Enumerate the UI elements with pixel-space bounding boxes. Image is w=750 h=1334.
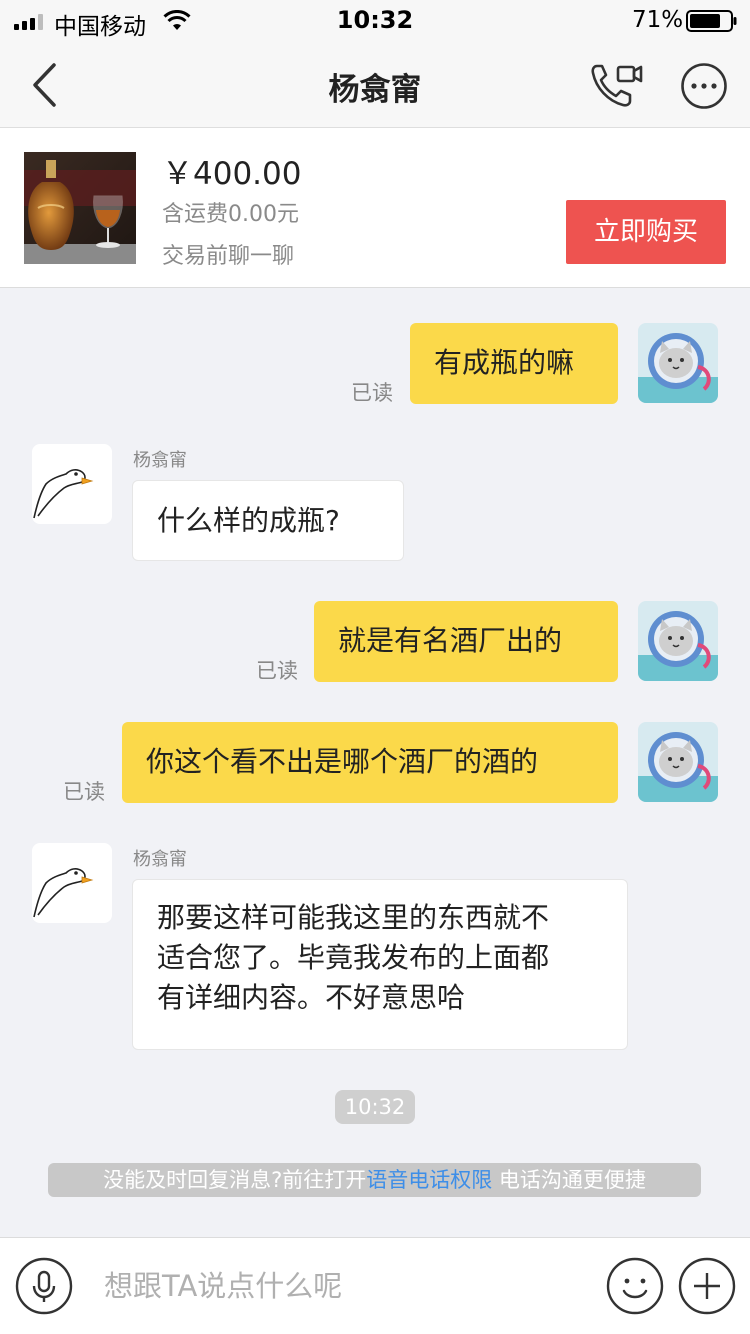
voice-permission-link[interactable]: 语音电话权限: [366, 1168, 492, 1192]
my-avatar[interactable]: [638, 601, 718, 681]
message-text: 什么样的成瓶?: [157, 504, 340, 537]
sender-name: 杨翕甯: [133, 849, 187, 870]
voice-video-call-icon[interactable]: [588, 60, 644, 110]
contact-avatar[interactable]: [32, 843, 112, 923]
microphone-icon[interactable]: [15, 1257, 73, 1315]
message-text-line: 适合您了。毕竟我发布的上面都: [157, 941, 550, 974]
chat-area[interactable]: 已读 有成瓶的嘛 杨翕甯 什么样的成瓶? 已读 就是有名酒厂出的 已读 你这个看…: [0, 289, 750, 1237]
read-status: 已读: [351, 381, 393, 405]
message-text: 你这个看不出是哪个酒厂的酒的: [146, 745, 539, 778]
message-text-line: 有详细内容。不好意思哈: [157, 981, 466, 1014]
read-status: 已读: [256, 659, 298, 683]
message-bubble[interactable]: 有成瓶的嘛: [410, 323, 618, 404]
smiley-icon[interactable]: [606, 1257, 664, 1315]
message-text: 有成瓶的嘛: [434, 346, 575, 379]
message-bubble[interactable]: 就是有名酒厂出的: [314, 601, 618, 682]
read-status: 已读: [63, 780, 105, 804]
notice-text: 电话沟通更便捷: [492, 1168, 646, 1192]
chat-hint: 交易前聊一聊: [162, 244, 295, 269]
status-bar: 中国移动 10:32 71%: [0, 0, 750, 42]
voice-permission-notice: 没能及时回复消息?前往打开语音电话权限 电话沟通更便捷: [48, 1163, 701, 1197]
message-bubble[interactable]: 什么样的成瓶?: [132, 480, 404, 561]
message-bubble[interactable]: 你这个看不出是哪个酒厂的酒的: [122, 722, 618, 803]
shipping-fee: 含运费0.00元: [162, 202, 299, 227]
product-card[interactable]: ￥400.00 含运费0.00元 交易前聊一聊 立即购买: [0, 128, 750, 288]
sender-name: 杨翕甯: [133, 450, 187, 471]
message-text-line: 那要这样可能我这里的东西就不: [157, 901, 550, 934]
more-dots-icon[interactable]: [680, 62, 728, 110]
input-bar: [0, 1237, 750, 1334]
notice-text: 没能及时回复消息?前往打开: [103, 1168, 367, 1192]
product-price: ￥400.00: [162, 156, 302, 192]
buy-now-button[interactable]: 立即购买: [566, 200, 726, 264]
battery-icon: [686, 10, 737, 32]
my-avatar[interactable]: [638, 323, 718, 403]
my-avatar[interactable]: [638, 722, 718, 802]
product-image[interactable]: [24, 152, 136, 264]
message-timestamp: 10:32: [335, 1090, 415, 1124]
message-bubble[interactable]: 那要这样可能我这里的东西就不 适合您了。毕竟我发布的上面都 有详细内容。不好意思…: [132, 879, 628, 1050]
message-input[interactable]: [92, 1260, 582, 1312]
contact-avatar[interactable]: [32, 444, 112, 524]
battery-percentage: 71%: [632, 7, 684, 33]
plus-icon[interactable]: [678, 1257, 736, 1315]
message-text: 就是有名酒厂出的: [338, 624, 563, 657]
nav-bar: 杨翕甯: [0, 42, 750, 128]
